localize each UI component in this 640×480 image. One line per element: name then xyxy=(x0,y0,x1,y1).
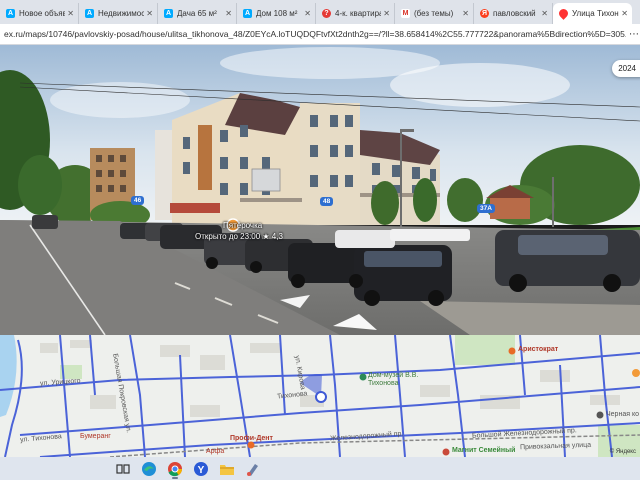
map-copyright: © Яндекс xyxy=(609,449,636,455)
tree xyxy=(413,178,437,222)
house-number-badge[interactable]: 37А xyxy=(477,204,495,213)
chrome-browser-icon[interactable] xyxy=(164,459,186,479)
tab-label: Недвижимость xyxy=(98,9,144,18)
browser-tab-6[interactable]: M (без темы) ✕ xyxy=(395,3,474,24)
map-panel[interactable]: Большая Покровская ул. Тихонова ул. Тихо… xyxy=(0,335,640,457)
more-icon[interactable]: ⋯ xyxy=(626,29,639,40)
current-location-icon[interactable] xyxy=(315,391,327,403)
tab-label: Дом 108 м² xyxy=(256,9,298,18)
panorama-year-selector[interactable]: 2024 xyxy=(612,60,640,77)
paint-app-icon[interactable] xyxy=(242,459,264,479)
park xyxy=(455,335,515,365)
panorama-scene xyxy=(0,45,640,335)
poi-pin-icon[interactable] xyxy=(442,448,450,456)
yandex-icon: Я xyxy=(480,9,489,18)
browser-tab-2[interactable]: A Недвижимость ✕ xyxy=(79,3,158,24)
poi-pin-icon[interactable] xyxy=(596,411,604,419)
browser-tab-5[interactable]: ? 4-к. квартира ✕ xyxy=(316,3,395,24)
tab-label: Новое объявл xyxy=(19,9,65,18)
avito-icon: A xyxy=(164,9,173,18)
close-icon[interactable]: ✕ xyxy=(225,9,232,18)
poi-label[interactable]: Дом-музей В.В. Тихонова xyxy=(368,372,428,388)
poi-label[interactable]: Бумеранг xyxy=(80,433,111,440)
avito-icon: A xyxy=(243,9,252,18)
poi-label[interactable]: Аристократ xyxy=(518,346,558,353)
poi-pin-icon[interactable] xyxy=(508,347,516,355)
close-icon[interactable]: ✕ xyxy=(67,9,74,18)
street-panorama[interactable]: 46 48 37А Пятёрочка Открыто до 23:00 ★ 4… xyxy=(0,45,640,335)
yandex-browser-icon[interactable]: Y xyxy=(190,459,212,479)
panorama-arrow-left-icon[interactable] xyxy=(280,295,310,309)
edge-browser-icon[interactable] xyxy=(138,459,160,479)
poi-label[interactable]: Арфа xyxy=(206,448,224,455)
yandex-maps-icon xyxy=(557,7,570,20)
tab-label: Улица Тихоно xyxy=(572,9,620,18)
browser-tab-3[interactable]: A Дача 65 м² ✕ xyxy=(158,3,237,24)
os-taskbar: Y xyxy=(0,457,640,480)
avito-icon: A xyxy=(6,9,15,18)
browser-tab-strip: A Новое объявл ✕ A Недвижимость ✕ A Дача… xyxy=(0,0,640,24)
svg-text:Y: Y xyxy=(198,465,205,476)
river xyxy=(0,335,17,417)
poi-pin-icon[interactable] xyxy=(247,441,255,449)
browser-tab-7[interactable]: Я павловский ✕ xyxy=(474,3,553,24)
shop-name[interactable]: Пятёрочка xyxy=(223,221,262,230)
tab-label: павловский xyxy=(493,9,536,18)
browser-tab-1[interactable]: A Новое объявл ✕ xyxy=(0,3,79,24)
close-icon[interactable]: ✕ xyxy=(383,9,390,18)
gmail-icon: M xyxy=(401,9,410,18)
poi-pin-icon[interactable] xyxy=(632,369,640,377)
street-lamp xyxy=(400,131,402,231)
poi-label[interactable]: Черная ко xyxy=(606,411,639,418)
tab-label: 4-к. квартира xyxy=(335,9,382,18)
browser-tab-4[interactable]: A Дом 108 м² ✕ xyxy=(237,3,316,24)
url-text[interactable]: ex.ru/maps/10746/pavlovskiy-posad/house/… xyxy=(4,29,626,39)
browser-tab-8-active[interactable]: Улица Тихоно ✕ xyxy=(553,3,632,24)
poi-pin-icon[interactable] xyxy=(359,373,367,381)
close-icon[interactable]: ✕ xyxy=(621,9,628,18)
small-house xyxy=(490,197,530,219)
address-bar[interactable]: ex.ru/maps/10746/pavlovskiy-posad/house/… xyxy=(0,24,640,45)
tab-label: Дача 65 м² xyxy=(177,9,217,18)
shop-hours: Открыто до 23:00 ★ 4,3 xyxy=(195,232,283,241)
tree xyxy=(18,155,62,215)
panorama-arrow-forward-icon[interactable] xyxy=(333,314,377,332)
house-number-badge[interactable]: 48 xyxy=(320,197,334,206)
cloud xyxy=(50,82,190,118)
poi-label[interactable]: Магнит Семейный xyxy=(452,447,515,454)
cloud xyxy=(220,47,440,79)
file-explorer-icon[interactable] xyxy=(216,459,238,479)
close-icon[interactable]: ✕ xyxy=(541,9,548,18)
close-icon[interactable]: ✕ xyxy=(462,9,469,18)
tree xyxy=(447,178,483,222)
cian-icon: ? xyxy=(322,9,331,18)
close-icon[interactable]: ✕ xyxy=(304,9,311,18)
house-number-badge[interactable]: 46 xyxy=(131,196,145,205)
avito-icon: A xyxy=(85,9,94,18)
task-view-icon[interactable] xyxy=(112,459,134,479)
close-icon[interactable]: ✕ xyxy=(146,9,153,18)
tab-label: (без темы) xyxy=(414,9,454,18)
poi-label[interactable]: Профи-Дент xyxy=(230,435,273,442)
tree xyxy=(371,181,399,225)
